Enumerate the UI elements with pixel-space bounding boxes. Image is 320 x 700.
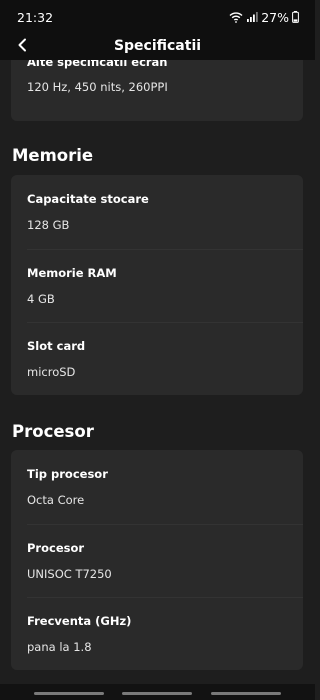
app-bar: Specificatii: [0, 34, 315, 60]
spec-label: Procesor: [27, 540, 85, 555]
spec-value: Octa Core: [27, 493, 85, 507]
spec-item: Slot card microSD: [11, 322, 303, 396]
signal-icon: [246, 11, 259, 23]
spec-label: Capacitate stocare: [27, 192, 149, 206]
nav-home-button[interactable]: [122, 692, 192, 695]
wifi-icon: [229, 11, 243, 23]
status-time: 21:32: [17, 10, 54, 25]
spec-label: Memorie RAM: [27, 265, 117, 280]
spec-label: Slot card: [27, 339, 86, 353]
status-icons: 27%: [229, 8, 299, 26]
spec-value: 128 GB: [27, 218, 70, 232]
spec-value: pana la 1.8: [27, 640, 92, 654]
page-title: Specificatii: [113, 38, 202, 54]
memory-specs-card: Capacitate stocare 128 GB Memorie RAM 4 …: [11, 175, 303, 395]
system-navigation-bar: [0, 684, 315, 700]
spec-item: Procesor UNISOC T7250: [11, 523, 303, 598]
nav-recents-button[interactable]: [34, 692, 104, 695]
spec-item: Tip procesor Octa Core: [11, 450, 303, 524]
section-title-procesor: Procesor: [12, 422, 94, 441]
spec-label: Alte specificatii ecran: [27, 60, 168, 69]
display-specs-card: Alte specificatii ecran 120 Hz, 450 nits…: [11, 60, 303, 121]
processor-specs-card: Tip procesor Octa Core Procesor UNISOC T…: [11, 450, 303, 670]
spec-value: microSD: [27, 365, 76, 379]
section-title-memorie: Memorie: [12, 146, 94, 165]
spec-value: UNISOC T7250: [27, 566, 112, 581]
spec-item: Frecventa (GHz) pana la 1.8: [11, 597, 303, 671]
spec-label: Tip procesor: [27, 467, 108, 481]
battery-percent: 27%: [261, 9, 289, 25]
spec-value: 4 GB: [27, 291, 55, 306]
spec-value: 120 Hz, 450 nits, 260PPI: [27, 80, 168, 94]
status-bar: 21:32 27%: [0, 0, 315, 34]
battery-icon: [292, 11, 299, 23]
spec-item: Capacitate stocare 128 GB: [11, 175, 303, 249]
spec-label: Frecventa (GHz): [27, 614, 132, 628]
specs-scroll-area[interactable]: Alte specificatii ecran 120 Hz, 450 nits…: [0, 60, 315, 684]
nav-back-button[interactable]: [211, 692, 281, 695]
spec-item: Memorie RAM 4 GB: [11, 248, 303, 323]
spec-item: Alte specificatii ecran 120 Hz, 450 nits…: [11, 60, 303, 124]
